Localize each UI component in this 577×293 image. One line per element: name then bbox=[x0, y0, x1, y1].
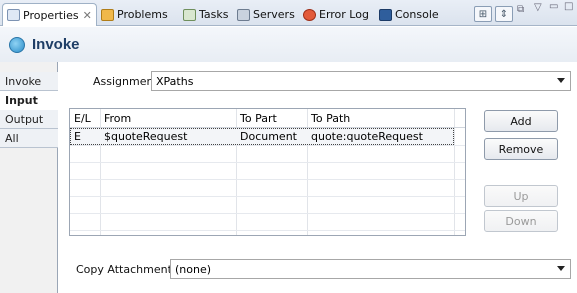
tab-properties[interactable]: Properties ✕ bbox=[2, 3, 97, 26]
tab-label: Problems bbox=[117, 8, 168, 21]
pin-icon[interactable]: ⇕ bbox=[495, 6, 513, 22]
tab-console[interactable]: Console bbox=[375, 3, 443, 26]
view-tab-bar: Properties ✕ Problems Tasks Servers Erro… bbox=[0, 0, 577, 26]
view-menu-icon[interactable]: ▽ bbox=[534, 2, 542, 13]
problems-icon bbox=[101, 8, 114, 21]
cell-el: E bbox=[74, 130, 81, 143]
tasks-icon bbox=[183, 8, 196, 21]
side-tab-output[interactable]: Output bbox=[0, 110, 58, 129]
side-tab-input[interactable]: Input bbox=[0, 91, 59, 110]
side-tab-all[interactable]: All bbox=[0, 129, 58, 148]
tab-label: Console bbox=[395, 8, 439, 21]
servers-icon bbox=[237, 8, 250, 21]
close-icon[interactable]: ✕ bbox=[83, 9, 92, 22]
console-icon bbox=[379, 8, 392, 21]
properties-icon bbox=[7, 9, 20, 21]
tab-label: Tasks bbox=[199, 8, 229, 21]
remove-button[interactable]: Remove bbox=[484, 138, 558, 160]
error-log-icon bbox=[303, 8, 316, 21]
column-header-from[interactable]: From bbox=[100, 109, 131, 128]
side-tab-label: All bbox=[5, 131, 19, 145]
invoke-icon bbox=[9, 36, 25, 53]
assignment-label: Assignment bbox=[93, 75, 158, 88]
column-header-el[interactable]: E/L bbox=[70, 109, 91, 128]
tab-label: Properties bbox=[23, 8, 79, 22]
dropdown-arrow-icon bbox=[557, 78, 565, 83]
minimize-icon[interactable]: ▭ bbox=[549, 1, 558, 12]
tab-servers[interactable]: Servers bbox=[233, 3, 299, 26]
tab-label: Servers bbox=[253, 8, 295, 21]
copy-attachments-value: (none) bbox=[175, 262, 212, 276]
show-categories-icon[interactable]: ⊞ bbox=[474, 6, 492, 22]
maximize-icon[interactable]: □ bbox=[564, 1, 573, 12]
up-button[interactable]: Up bbox=[484, 185, 558, 207]
tab-tasks[interactable]: Tasks bbox=[179, 3, 232, 26]
tab-error-log[interactable]: Error Log bbox=[299, 3, 373, 26]
restore-icon[interactable]: ⧉ bbox=[517, 4, 524, 15]
assignment-select[interactable]: XPaths bbox=[151, 71, 571, 91]
dropdown-arrow-icon bbox=[557, 266, 565, 271]
side-tab-label: Output bbox=[5, 112, 44, 126]
tab-label: Error Log bbox=[319, 8, 369, 21]
input-panel: Assignment XPaths E/L From To Part To Pa… bbox=[59, 62, 577, 293]
cell-to-path: quote:quoteRequest bbox=[311, 130, 423, 143]
down-button[interactable]: Down bbox=[484, 210, 558, 232]
side-tab-label: Input bbox=[5, 93, 38, 107]
copy-attachments-label: Copy Attachments: bbox=[76, 263, 182, 276]
tab-problems[interactable]: Problems bbox=[97, 3, 172, 26]
side-tab-label: Invoke bbox=[5, 74, 42, 88]
side-tab-list: Invoke Input Output All bbox=[0, 62, 59, 293]
side-tab-invoke[interactable]: Invoke bbox=[0, 72, 58, 91]
mapping-table[interactable]: E/L From To Part To Path E $quoteRequest… bbox=[69, 108, 466, 236]
cell-to-part: Document bbox=[240, 130, 297, 143]
assignment-value: XPaths bbox=[156, 74, 194, 88]
page-title: Invoke bbox=[32, 36, 80, 53]
column-header-to-path[interactable]: To Path bbox=[307, 109, 350, 128]
copy-attachments-select[interactable]: (none) bbox=[170, 259, 571, 279]
cell-from: $quoteRequest bbox=[104, 130, 188, 143]
table-header: E/L From To Part To Path bbox=[70, 109, 465, 128]
properties-title-bar: Invoke bbox=[0, 27, 577, 62]
column-header-to-part[interactable]: To Part bbox=[236, 109, 277, 128]
add-button[interactable]: Add bbox=[484, 110, 558, 132]
